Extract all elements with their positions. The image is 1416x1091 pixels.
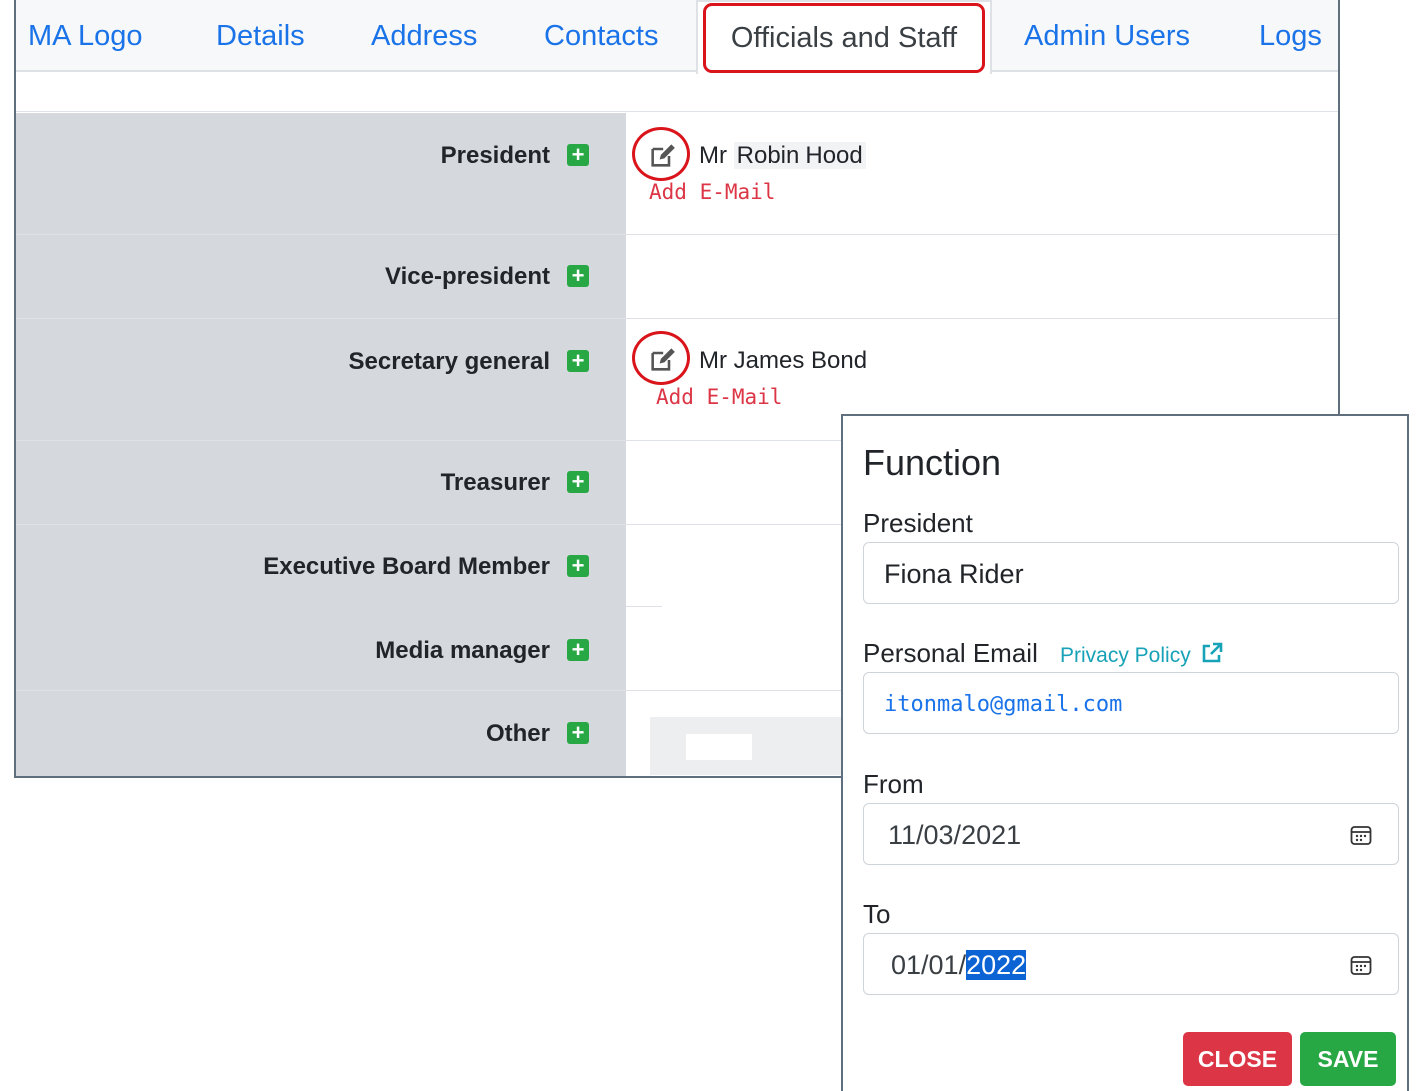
- first-name: James: [733, 347, 805, 374]
- function-label-cell: Vice-president +: [16, 235, 626, 318]
- header-spacer: [16, 72, 1338, 112]
- last-name: Hood: [802, 142, 866, 169]
- edit-highlight-circle: [632, 127, 690, 181]
- to-date-field[interactable]: 01/01/2022: [863, 933, 1399, 995]
- add-treasurer-icon[interactable]: +: [567, 471, 589, 493]
- last-name: Bond: [811, 347, 868, 374]
- add-executive-board-member-icon[interactable]: +: [567, 555, 589, 577]
- external-link-icon[interactable]: [1200, 641, 1224, 665]
- official-name: Mr James Bond: [699, 347, 868, 374]
- email-value: itonmalo@gmail.com: [884, 692, 1123, 717]
- calendar-icon[interactable]: [1350, 954, 1372, 976]
- function-row-president: President + Mr Robin Hood Add E-Mail: [16, 113, 1338, 235]
- name-value: Fiona Rider: [884, 559, 1024, 589]
- from-date-value: 11/03/2021: [888, 820, 1022, 850]
- function-label-cell: Treasurer +: [16, 441, 626, 524]
- add-secretary-general-icon[interactable]: +: [567, 350, 589, 372]
- tab-admin-users[interactable]: Admin Users: [1024, 0, 1190, 72]
- save-button[interactable]: SAVE: [1300, 1032, 1396, 1086]
- to-date-value: 01/01/2022: [891, 950, 1027, 980]
- edit-highlight-circle: [632, 331, 690, 385]
- function-label-cell: Executive Board Member +: [16, 525, 626, 607]
- function-label-cell: Media manager +: [16, 607, 626, 690]
- to-label: To: [863, 899, 891, 929]
- function-label-cell: Other +: [16, 691, 626, 776]
- close-button[interactable]: CLOSE: [1183, 1032, 1292, 1086]
- tab-address[interactable]: Address: [371, 0, 477, 72]
- privacy-policy-link[interactable]: Privacy Policy: [1060, 644, 1191, 668]
- official-name: Mr Robin Hood: [699, 142, 866, 170]
- edit-icon[interactable]: [648, 346, 676, 374]
- function-row-vice-president: Vice-president +: [16, 235, 1338, 319]
- placeholder-box: [650, 717, 860, 775]
- tab-contacts[interactable]: Contacts: [544, 0, 658, 72]
- tab-officials-and-staff[interactable]: Officials and Staff: [696, 0, 992, 74]
- function-label: Treasurer: [440, 469, 550, 496]
- function-label: Other: [485, 720, 550, 747]
- placeholder-inner: [686, 734, 752, 760]
- selected-year: 2022: [966, 950, 1027, 980]
- function-label: Executive Board Member: [263, 553, 550, 580]
- add-vice-president-icon[interactable]: +: [567, 265, 589, 287]
- calendar-icon[interactable]: [1350, 824, 1372, 846]
- tab-ma-logo[interactable]: MA Logo: [28, 0, 142, 72]
- add-other-icon[interactable]: +: [567, 722, 589, 744]
- email-field[interactable]: itonmalo@gmail.com: [863, 672, 1399, 734]
- function-label: Secretary general: [348, 348, 550, 375]
- tab-logs[interactable]: Logs: [1259, 0, 1322, 72]
- name-field[interactable]: Fiona Rider: [863, 542, 1399, 604]
- tab-details[interactable]: Details: [216, 0, 305, 72]
- function-label-cell: President +: [16, 113, 626, 234]
- function-modal: Function President Fiona Rider Personal …: [841, 414, 1409, 1091]
- add-president-icon[interactable]: +: [567, 144, 589, 166]
- add-email-link[interactable]: Add E-Mail: [649, 180, 775, 204]
- first-name: Robin: [733, 142, 803, 169]
- function-label: Media manager: [375, 637, 550, 664]
- modal-title: Function: [863, 442, 1002, 483]
- function-label: Vice-president: [385, 263, 550, 290]
- tab-bar: MA Logo Details Address Contacts Officia…: [16, 0, 1338, 74]
- personal-email-label: Personal Email: [863, 638, 1038, 668]
- function-label-cell: Secretary general +: [16, 319, 626, 440]
- function-name-label: President: [863, 508, 973, 538]
- add-media-manager-icon[interactable]: +: [567, 639, 589, 661]
- from-label: From: [863, 769, 924, 799]
- function-label: President: [440, 142, 550, 169]
- from-date-field[interactable]: 11/03/2021: [863, 803, 1399, 865]
- add-email-link[interactable]: Add E-Mail: [656, 385, 782, 409]
- edit-icon[interactable]: [648, 142, 676, 170]
